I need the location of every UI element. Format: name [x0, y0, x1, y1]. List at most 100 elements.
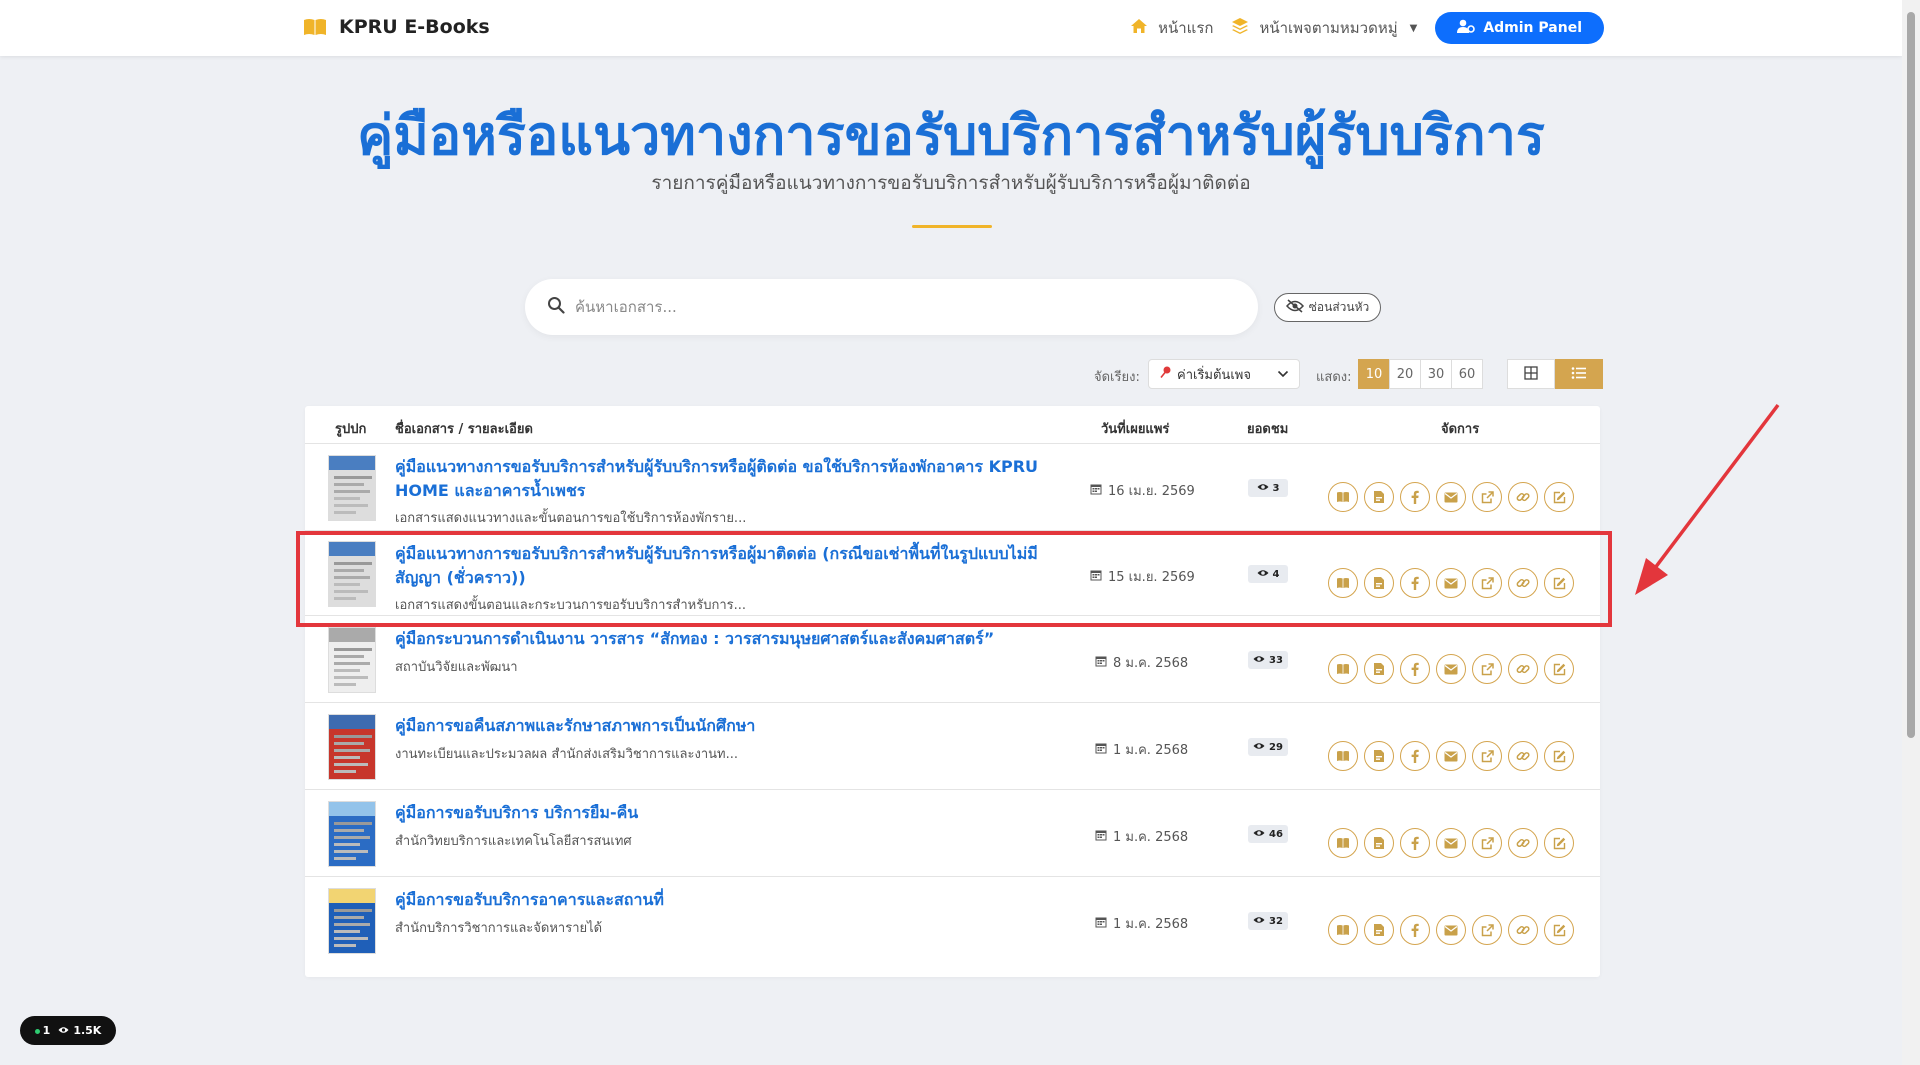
facebook-button[interactable] — [1400, 741, 1430, 771]
document-cover-thumbnail[interactable] — [328, 627, 376, 693]
sort-select[interactable]: ค่าเริ่มต้นเพจ — [1148, 359, 1300, 389]
facebook-button[interactable] — [1400, 915, 1430, 945]
nav-home-link[interactable]: หน้าแรก — [1130, 16, 1213, 40]
search-input[interactable] — [575, 298, 1225, 316]
eye-icon — [1257, 483, 1269, 494]
edit-button[interactable] — [1544, 482, 1574, 512]
view-toggle-group — [1507, 359, 1603, 389]
envelope-button[interactable] — [1436, 568, 1466, 598]
hide-header-button[interactable]: ซ่อนส่วนหัว — [1274, 293, 1381, 322]
link-button[interactable] — [1508, 654, 1538, 684]
book-open-button[interactable] — [1328, 741, 1358, 771]
facebook-button[interactable] — [1400, 828, 1430, 858]
external-link-button[interactable] — [1472, 741, 1502, 771]
page-size-20-button[interactable]: 20 — [1389, 359, 1421, 389]
envelope-button[interactable] — [1436, 828, 1466, 858]
pdf-button[interactable] — [1364, 828, 1394, 858]
scrollbar-thumb[interactable] — [1907, 12, 1915, 738]
scrollbar[interactable] — [1902, 0, 1920, 1065]
link-button[interactable] — [1508, 915, 1538, 945]
link-button[interactable] — [1508, 482, 1538, 512]
book-open-button[interactable] — [1328, 568, 1358, 598]
document-cover-thumbnail[interactable] — [328, 714, 376, 780]
nav-menu: หน้าแรก หน้าเพจตามหมวดหมู่ ▼ Admin Panel — [1130, 12, 1604, 44]
envelope-icon — [1444, 578, 1458, 589]
facebook-icon — [1411, 749, 1419, 763]
eye-icon — [1253, 829, 1265, 840]
list-view-button[interactable] — [1555, 359, 1603, 389]
document-title-link[interactable]: คู่มือแนวทางการขอรับบริการสำหรับผู้รับบร… — [395, 455, 1045, 503]
external-link-button[interactable] — [1472, 568, 1502, 598]
pdf-button[interactable] — [1364, 568, 1394, 598]
envelope-button[interactable] — [1436, 741, 1466, 771]
link-icon — [1516, 576, 1530, 590]
eye-slash-icon — [1285, 299, 1304, 316]
facebook-button[interactable] — [1400, 568, 1430, 598]
external-link-button[interactable] — [1472, 828, 1502, 858]
document-title-link[interactable]: คู่มือการขอคืนสภาพและรักษาสภาพการเป็นนัก… — [395, 714, 1045, 738]
edit-button[interactable] — [1544, 568, 1574, 598]
admin-panel-label: Admin Panel — [1483, 20, 1582, 36]
facebook-button[interactable] — [1400, 654, 1430, 684]
page-size-60-button[interactable]: 60 — [1451, 359, 1483, 389]
facebook-button[interactable] — [1400, 482, 1430, 512]
link-button[interactable] — [1508, 741, 1538, 771]
brand-name: KPRU E-Books — [339, 16, 490, 38]
grid-view-button[interactable] — [1507, 359, 1555, 389]
pdf-icon — [1373, 749, 1385, 763]
pdf-button[interactable] — [1364, 915, 1394, 945]
document-title-link[interactable]: คู่มือการขอรับบริการ บริการยืม-คืน — [395, 801, 1045, 825]
pdf-button[interactable] — [1364, 482, 1394, 512]
pdf-button[interactable] — [1364, 741, 1394, 771]
sort-select-value: ค่าเริ่มต้นเพจ — [1177, 367, 1251, 383]
nav-category-dropdown[interactable]: หน้าเพจตามหมวดหมู่ ▼ — [1231, 16, 1417, 40]
show-label: แสดง: — [1316, 370, 1352, 385]
book-open-button[interactable] — [1328, 828, 1358, 858]
pdf-button[interactable] — [1364, 654, 1394, 684]
publish-date-text: 1 ม.ค. 2568 — [1113, 830, 1189, 845]
publish-date-text: 1 ม.ค. 2568 — [1113, 917, 1189, 932]
book-open-button[interactable] — [1328, 482, 1358, 512]
book-open-button[interactable] — [1328, 654, 1358, 684]
external-link-button[interactable] — [1472, 654, 1502, 684]
external-link-button[interactable] — [1472, 915, 1502, 945]
facebook-icon — [1411, 490, 1419, 504]
edit-button[interactable] — [1544, 654, 1574, 684]
document-cover-thumbnail[interactable] — [328, 455, 376, 521]
page-size-10-button[interactable]: 10 — [1358, 359, 1390, 389]
external-link-button[interactable] — [1472, 482, 1502, 512]
admin-panel-button[interactable]: Admin Panel — [1435, 12, 1604, 44]
book-open-icon — [1336, 837, 1350, 849]
link-button[interactable] — [1508, 828, 1538, 858]
view-count: 46 — [1269, 828, 1283, 840]
row-actions — [1328, 828, 1574, 858]
edit-button[interactable] — [1544, 741, 1574, 771]
envelope-icon — [1444, 664, 1458, 675]
page-size-30-button[interactable]: 30 — [1420, 359, 1452, 389]
envelope-icon — [1444, 838, 1458, 849]
edit-icon — [1553, 663, 1566, 676]
link-button[interactable] — [1508, 568, 1538, 598]
document-cover-thumbnail[interactable] — [328, 801, 376, 867]
edit-button[interactable] — [1544, 915, 1574, 945]
document-title-link[interactable]: คู่มือการขอรับบริการอาคารและสถานที่ — [395, 888, 1045, 912]
publish-date: 1 ม.ค. 2568 — [1095, 826, 1188, 847]
document-title-link[interactable]: คู่มือกระบวนการดำเนินงาน วารสาร “สักทอง … — [395, 627, 1045, 651]
envelope-button[interactable] — [1436, 915, 1466, 945]
link-icon — [1516, 749, 1530, 763]
envelope-button[interactable] — [1436, 654, 1466, 684]
envelope-button[interactable] — [1436, 482, 1466, 512]
book-open-button[interactable] — [1328, 915, 1358, 945]
document-cover-thumbnail[interactable] — [328, 888, 376, 954]
brand[interactable]: KPRU E-Books — [303, 16, 490, 38]
row-actions — [1328, 741, 1574, 771]
edit-button[interactable] — [1544, 828, 1574, 858]
pdf-icon — [1373, 576, 1385, 590]
calendar-icon — [1090, 483, 1102, 499]
view-count-badge: 33 — [1248, 651, 1288, 669]
document-title-link[interactable]: คู่มือแนวทางการขอรับบริการสำหรับผู้รับบร… — [395, 542, 1045, 590]
document-cover-thumbnail[interactable] — [328, 541, 376, 607]
book-open-icon — [1336, 491, 1350, 503]
header-actions: จัดการ — [1441, 422, 1480, 437]
online-dot-icon — [34, 1029, 40, 1034]
